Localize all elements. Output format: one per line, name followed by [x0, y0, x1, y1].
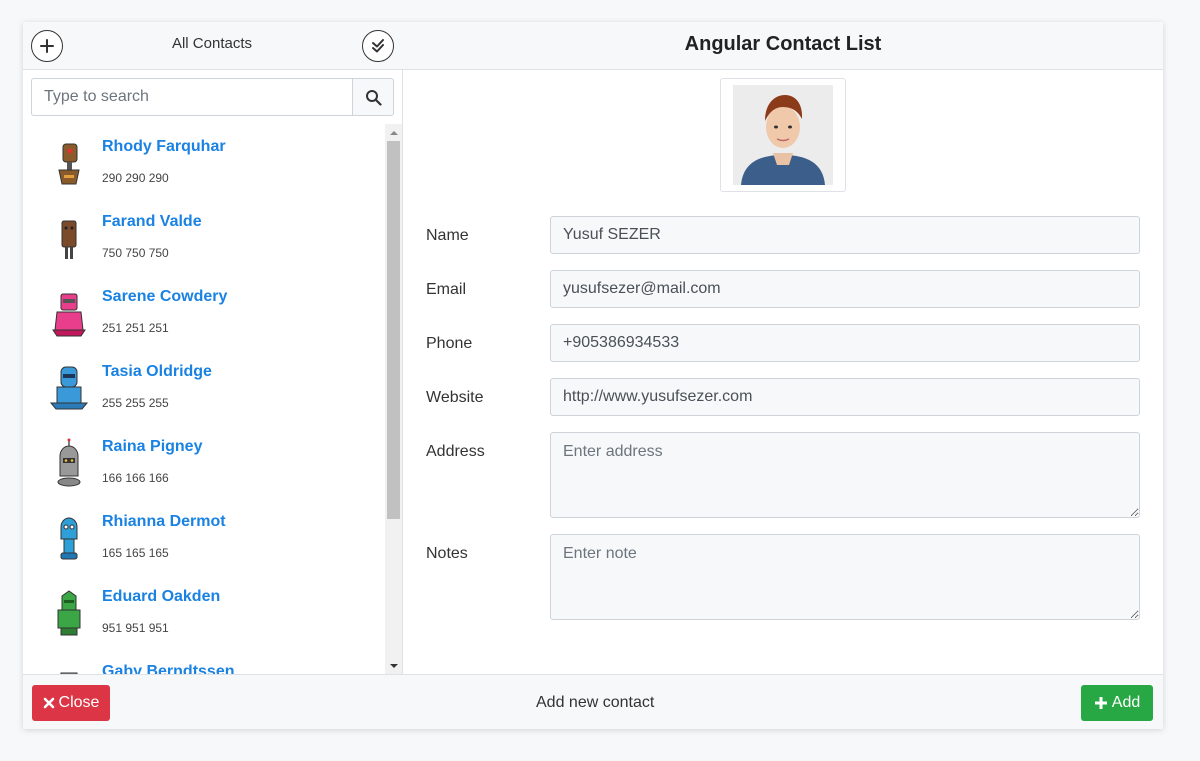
contact-phone: 290 290 290 — [102, 171, 169, 185]
contact-name[interactable]: Raina Pigney — [102, 438, 202, 456]
contact-name[interactable]: Farand Valde — [102, 213, 202, 231]
contact-name[interactable]: Eduard Oakden — [102, 588, 220, 606]
notes-field[interactable] — [550, 534, 1140, 620]
contact-phone: 255 255 255 — [102, 396, 169, 410]
contact-item[interactable]: Eduard Oakden 951 951 951 — [23, 574, 385, 649]
contact-item[interactable]: Farand Valde 750 750 750 — [23, 199, 385, 274]
search-icon — [365, 89, 382, 106]
phone-field[interactable] — [550, 324, 1140, 362]
contact-detail-panel: Angular Contact List Name Email Phone We… — [403, 22, 1163, 674]
contact-phone: 951 951 951 — [102, 621, 169, 635]
website-field[interactable] — [550, 378, 1140, 416]
sidebar-header: All Contacts — [23, 22, 403, 70]
contact-item[interactable]: Rhody Farquhar 290 290 290 — [23, 124, 385, 199]
address-field[interactable] — [550, 432, 1140, 518]
contact-phone: 165 165 165 — [102, 546, 169, 560]
contact-name[interactable]: Sarene Cowdery — [102, 288, 227, 306]
robot-avatar-icon — [49, 438, 89, 490]
page-title: Angular Contact List — [403, 22, 1163, 70]
email-field[interactable] — [550, 270, 1140, 308]
add-button-label: Add — [1111, 694, 1141, 711]
contact-item[interactable]: Tasia Oldridge 255 255 255 — [23, 349, 385, 424]
close-button[interactable]: Close — [32, 685, 110, 721]
scroll-up-arrow-icon[interactable] — [385, 124, 402, 141]
footer-bar: Close Add new contact Add — [23, 674, 1163, 729]
robot-avatar-icon — [49, 213, 89, 265]
robot-avatar-icon — [49, 513, 89, 565]
search-bar — [31, 78, 394, 116]
new-contact-button[interactable] — [31, 30, 63, 62]
contact-list-scrollbar[interactable] — [385, 124, 402, 674]
contacts-sidebar: All Contacts Rhody Farquhar 290 290 290 — [23, 22, 403, 674]
scroll-down-arrow-icon[interactable] — [385, 657, 402, 674]
robot-avatar-icon — [49, 288, 89, 340]
contact-phone: 166 166 166 — [102, 471, 169, 485]
scrollbar-thumb[interactable] — [387, 141, 400, 519]
add-button[interactable]: Add — [1081, 685, 1153, 721]
close-button-label: Close — [58, 694, 100, 711]
robot-avatar-icon — [49, 588, 89, 640]
contact-item[interactable]: Raina Pigney 166 166 166 — [23, 424, 385, 499]
person-photo-icon — [733, 85, 833, 185]
contact-item[interactable]: Rhianna Dermot 165 165 165 — [23, 499, 385, 574]
contact-phone: 251 251 251 — [102, 321, 169, 335]
contact-app: All Contacts Rhody Farquhar 290 290 290 — [23, 22, 1163, 729]
address-label: Address — [426, 443, 485, 460]
notes-label: Notes — [426, 545, 468, 562]
website-label: Website — [426, 389, 484, 406]
name-field[interactable] — [550, 216, 1140, 254]
contact-list: Rhody Farquhar 290 290 290 Farand Valde … — [23, 124, 385, 674]
search-button[interactable] — [352, 78, 394, 116]
footer-status: Add new contact — [536, 694, 655, 711]
robot-avatar-icon — [49, 138, 89, 190]
search-input[interactable] — [31, 78, 352, 116]
contact-name[interactable]: Rhianna Dermot — [102, 513, 226, 531]
sidebar-title: All Contacts — [171, 35, 253, 52]
name-label: Name — [426, 227, 469, 244]
plus-icon — [1094, 697, 1107, 709]
robot-avatar-icon — [49, 363, 89, 415]
close-icon — [43, 697, 54, 709]
email-label: Email — [426, 281, 467, 298]
contact-phone: 750 750 750 — [102, 246, 169, 260]
contact-name[interactable]: Rhody Farquhar — [102, 138, 226, 156]
contact-name[interactable]: Gaby Berndtssen — [102, 663, 234, 674]
contact-item[interactable]: Sarene Cowdery 251 251 251 — [23, 274, 385, 349]
select-all-button[interactable] — [362, 30, 394, 62]
contact-photo[interactable] — [720, 78, 846, 192]
robot-avatar-icon — [49, 663, 89, 674]
double-check-icon — [372, 39, 384, 53]
phone-label: Phone — [426, 335, 473, 352]
plus-icon — [40, 39, 54, 53]
contact-name[interactable]: Tasia Oldridge — [102, 363, 212, 381]
contact-item[interactable]: Gaby Berndtssen — [23, 649, 385, 674]
